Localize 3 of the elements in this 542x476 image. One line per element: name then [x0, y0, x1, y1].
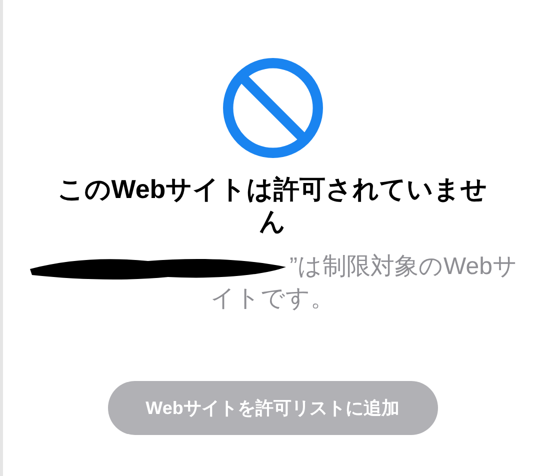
blocked-icon — [222, 57, 324, 159]
blocked-title: このWebサイトは許可されていません — [56, 173, 489, 237]
blocked-message: ”は制限対象のWebサイトです。 — [22, 251, 522, 315]
